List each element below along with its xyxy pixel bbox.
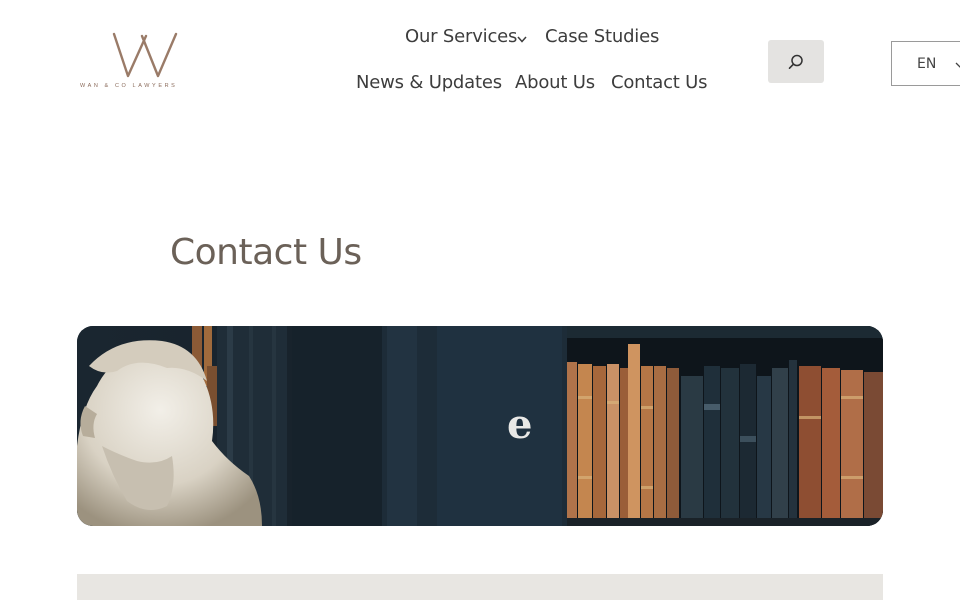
language-current: EN bbox=[917, 56, 937, 72]
chevron-down-icon bbox=[955, 62, 960, 68]
chevron-down-icon[interactable] bbox=[516, 35, 528, 44]
nav-case-studies[interactable]: Case Studies bbox=[545, 26, 659, 47]
page-title: Contact Us bbox=[170, 232, 362, 273]
search-icon bbox=[788, 54, 803, 69]
search-button[interactable] bbox=[768, 40, 824, 83]
logo-wordmark: WAN & CO LAWYERS bbox=[80, 83, 178, 89]
language-select[interactable]: EN bbox=[891, 41, 960, 86]
hero-image: e bbox=[77, 326, 883, 526]
nav-our-services[interactable]: Our Services bbox=[405, 26, 517, 47]
w-monogram-logo bbox=[112, 32, 178, 78]
nav-news-updates[interactable]: News & Updates bbox=[356, 72, 502, 93]
contact-section-band bbox=[77, 574, 883, 600]
book-spine-letter: e bbox=[507, 401, 532, 448]
hero-library-illustration: e bbox=[77, 326, 883, 526]
site-logo[interactable]: WAN & CO LAWYERS bbox=[78, 30, 218, 94]
nav-about-us[interactable]: About Us bbox=[515, 72, 595, 93]
nav-contact-us[interactable]: Contact Us bbox=[611, 72, 708, 93]
